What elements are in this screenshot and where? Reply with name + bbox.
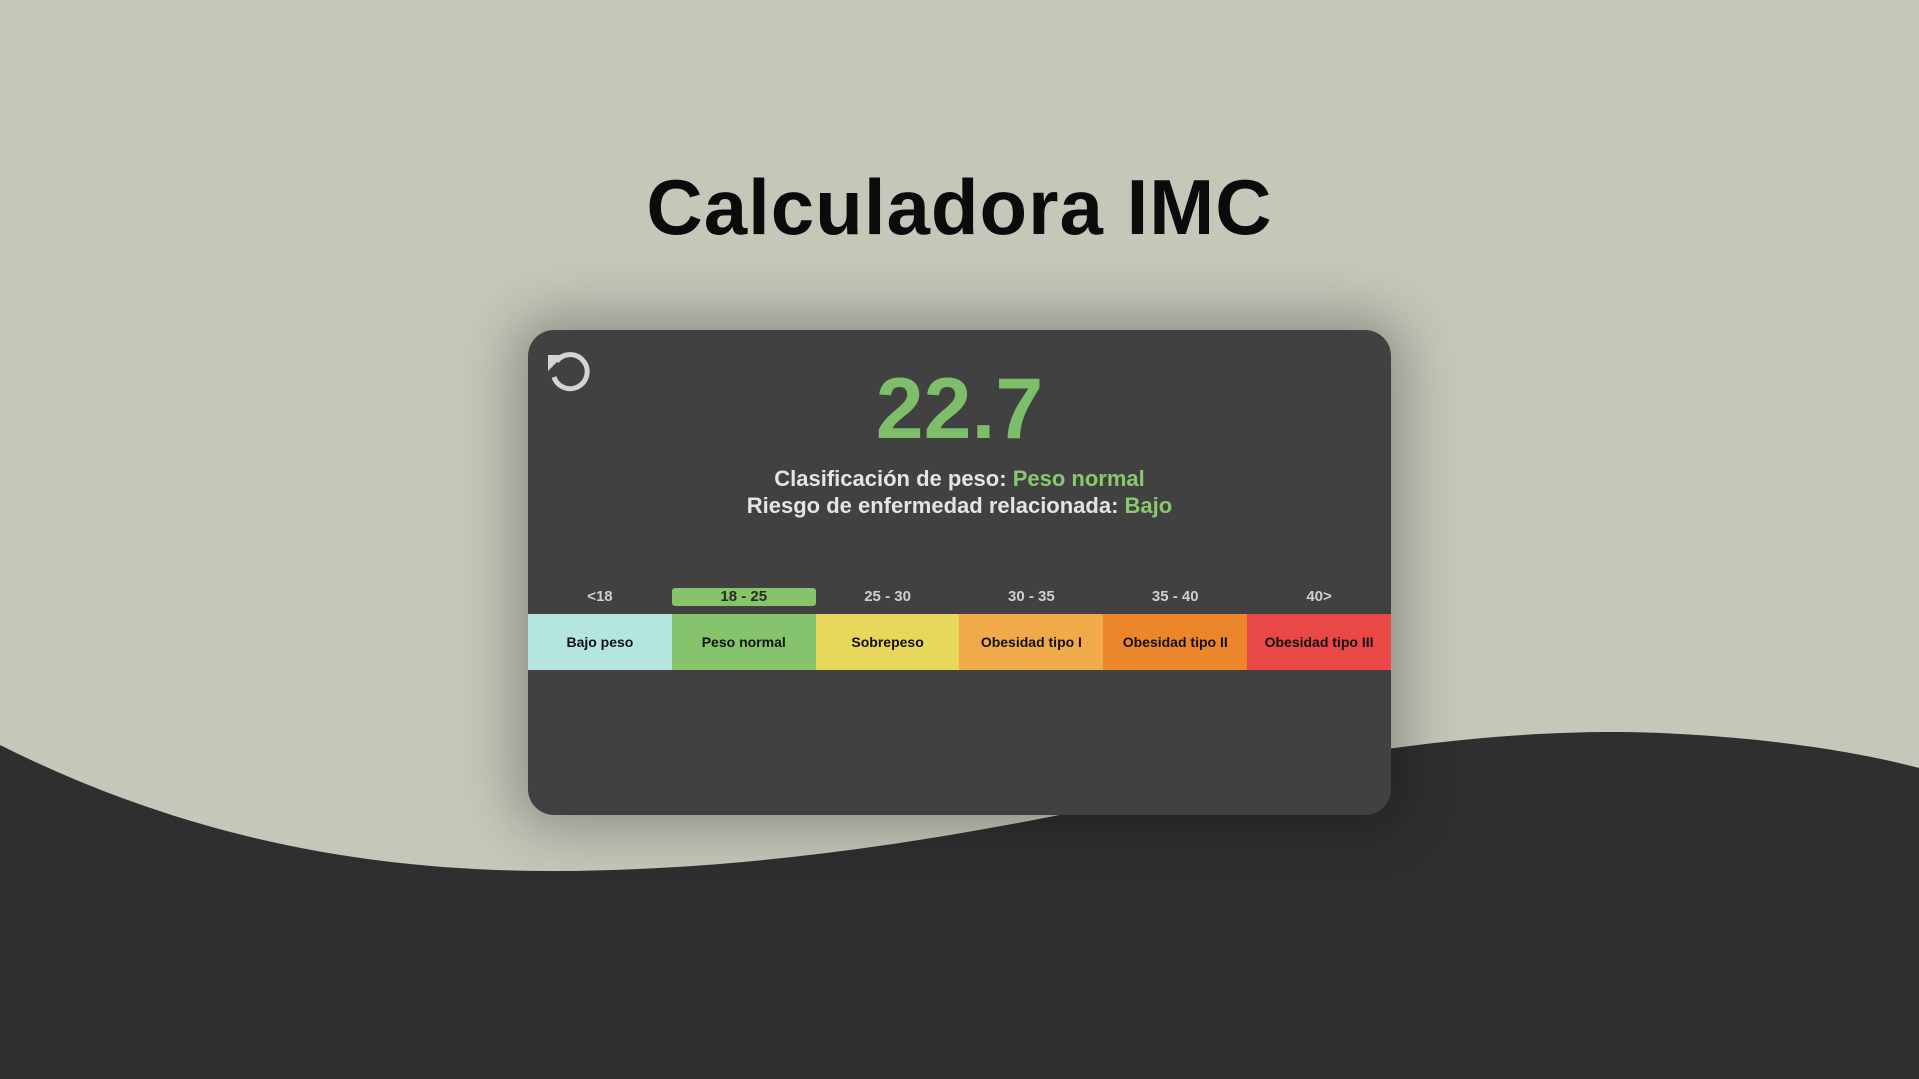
category-segment: Obesidad tipo I	[959, 614, 1104, 670]
category-segment: Bajo peso	[528, 614, 672, 670]
disease-risk: Riesgo de enfermedad relacionada: Bajo	[528, 493, 1391, 519]
range-label: 40>	[1306, 588, 1332, 605]
risk-value: Bajo	[1124, 493, 1173, 518]
weight-classification: Clasificación de peso: Peso normal	[528, 466, 1391, 492]
range-label: 35 - 40	[1151, 588, 1199, 605]
classification-value: Peso normal	[1012, 466, 1145, 491]
range-label: 18 - 25	[671, 588, 816, 606]
range-label: 25 - 30	[864, 588, 911, 605]
category-segment: Obesidad tipo II	[1103, 614, 1248, 670]
range-label: 30 - 35	[1008, 588, 1055, 605]
category-segment: Sobrepeso	[815, 614, 960, 670]
bmi-value: 22.7	[875, 361, 1044, 457]
page-title: Calculadora IMC	[646, 163, 1273, 251]
classification-label: Clasificación de peso:	[774, 466, 1007, 491]
bmi-range-labels: <18 18 - 25 25 - 30 30 - 35 35 - 40 40>	[528, 588, 1391, 606]
category-segment: Peso normal	[671, 614, 816, 670]
risk-label: Riesgo de enfermedad relacionada:	[746, 493, 1119, 518]
bmi-result-card: 22.7 Clasificación de peso: Peso normal …	[528, 330, 1391, 815]
category-segment: Obesidad tipo III	[1247, 614, 1391, 670]
range-label: <18	[587, 588, 613, 605]
bmi-category-scale: Bajo peso Peso normal Sobrepeso Obesidad…	[528, 614, 1391, 670]
